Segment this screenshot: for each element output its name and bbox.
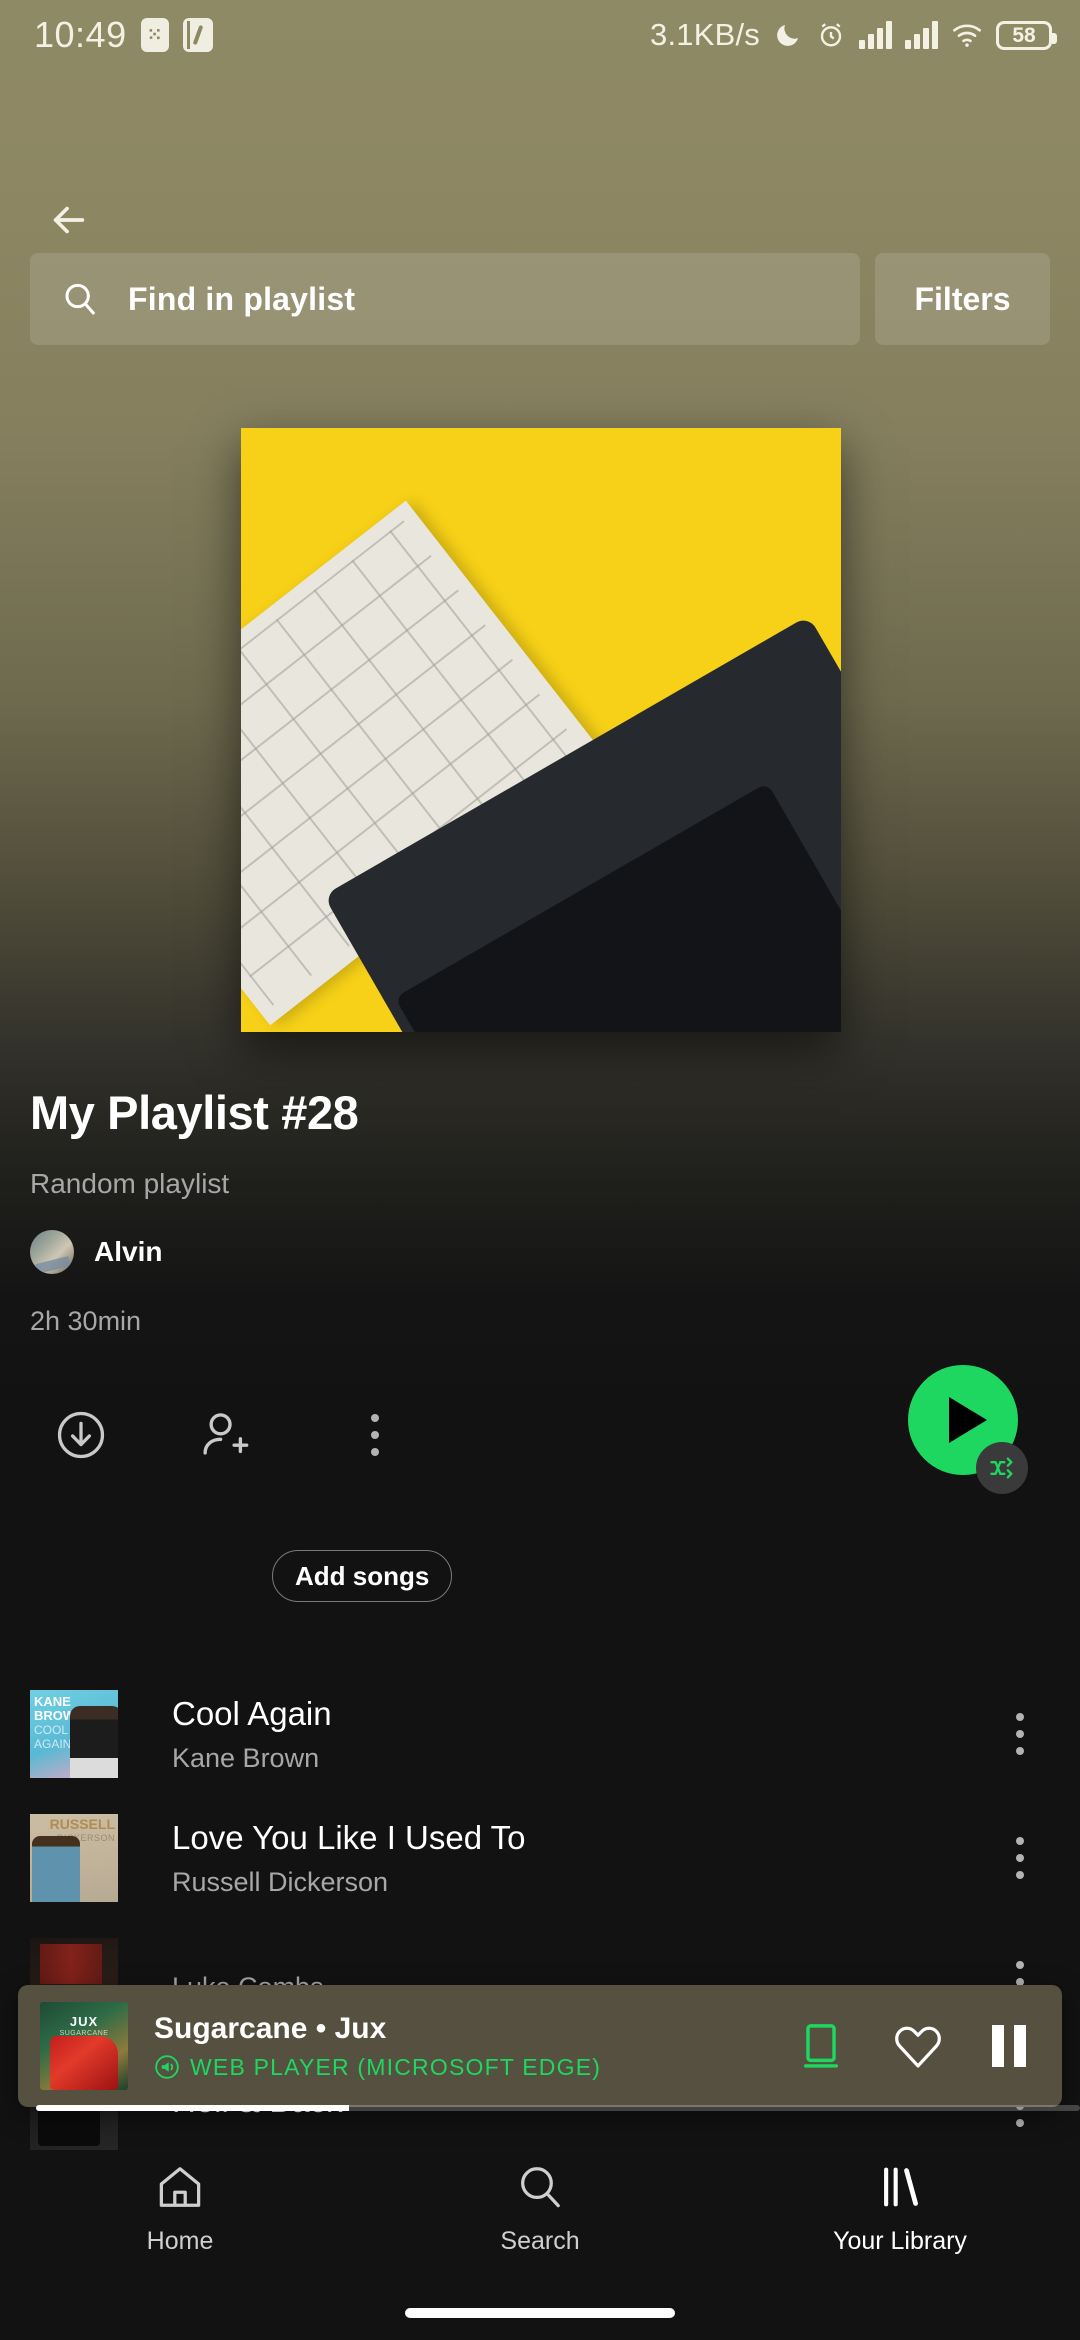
network-speed: 3.1KB/s	[650, 17, 760, 53]
filters-label: Filters	[914, 281, 1010, 318]
nav-label-search: Search	[500, 2227, 579, 2256]
spotify-playlist-screen: 10:49 ⁙ 3.1KB/s 58	[0, 0, 1080, 2340]
bottom-navigation: Home Search Your Library	[0, 2138, 1080, 2278]
connect-device-button[interactable]	[798, 2021, 844, 2071]
add-person-icon	[194, 1406, 252, 1464]
pause-button[interactable]	[992, 2025, 1026, 2067]
pause-icon	[992, 2025, 1004, 2067]
album-art-figure	[32, 1836, 80, 1902]
avatar	[30, 1230, 74, 1274]
album-art-title: JUX	[70, 2014, 98, 2029]
album-art-figure	[70, 1706, 118, 1778]
album-art-line1: RUSSELL	[50, 1817, 115, 1831]
signal-icon	[859, 21, 892, 49]
shuffle-button[interactable]	[976, 1442, 1028, 1494]
progress-fill	[36, 2105, 349, 2111]
moon-icon	[773, 20, 803, 50]
now-playing-controls	[798, 2021, 1040, 2071]
track-artist: Kane Brown	[172, 1743, 990, 1774]
album-art: KANE BROWN COOL AGAIN	[30, 1690, 118, 1778]
heart-icon	[892, 2022, 944, 2070]
search-placeholder: Find in playlist	[128, 281, 355, 318]
now-playing-bar[interactable]: JUX SUGARCANE Sugarcane • Jux WEB PLAYER…	[18, 1985, 1062, 2107]
status-time: 10:49	[34, 14, 127, 56]
add-people-button[interactable]	[178, 1390, 268, 1480]
filters-button[interactable]: Filters	[875, 253, 1050, 345]
playlist-more-button[interactable]	[330, 1390, 420, 1480]
back-button[interactable]	[34, 185, 104, 255]
now-playing-album-art: JUX SUGARCANE	[40, 2002, 128, 2090]
status-bar-right: 3.1KB/s 58	[650, 17, 1080, 53]
playlist-actions	[30, 1390, 1050, 1520]
album-art-line4: AGAIN	[34, 1738, 71, 1751]
playlist-duration: 2h 30min	[30, 1306, 1030, 1337]
library-icon	[874, 2161, 926, 2213]
nav-label-your-library: Your Library	[833, 2227, 967, 2256]
status-bar-left: 10:49 ⁙	[0, 14, 213, 56]
playlist-description: Random playlist	[30, 1168, 1030, 1200]
wifi-icon	[951, 21, 983, 49]
nav-item-your-library[interactable]: Your Library	[720, 2138, 1080, 2278]
track-info: Love You Like I Used To Russell Dickerso…	[172, 1819, 990, 1898]
track-info: Cool Again Kane Brown	[172, 1695, 990, 1774]
home-icon	[154, 2161, 206, 2213]
battery-icon: 58	[996, 21, 1052, 50]
track-title: Cool Again	[172, 1695, 990, 1733]
now-playing-device[interactable]: WEB PLAYER (MICROSOFT EDGE)	[154, 2054, 798, 2081]
more-options-icon	[1016, 1713, 1024, 1755]
nav-label-home: Home	[147, 2227, 214, 2256]
back-arrow-icon	[46, 197, 92, 243]
nav-item-home[interactable]: Home	[0, 2138, 360, 2278]
signal-icon	[905, 21, 938, 49]
more-options-icon	[371, 1414, 379, 1456]
track-artist: Russell Dickerson	[172, 1867, 990, 1898]
home-indicator	[405, 2308, 675, 2318]
playlist-search-row: Find in playlist Filters	[30, 253, 1050, 345]
album-art-subtitle: SUGARCANE	[60, 2030, 109, 2037]
more-options-icon	[1016, 1837, 1024, 1879]
page-title: My Playlist #28	[30, 1085, 1030, 1140]
album-art-line1: KANE	[34, 1695, 71, 1709]
search-input[interactable]: Find in playlist	[30, 253, 860, 345]
album-art-line3: COOL	[34, 1724, 68, 1737]
album-art: RUSSELL DICKERSON	[30, 1814, 118, 1902]
table-row[interactable]: KANE BROWN COOL AGAIN Cool Again Kane Br…	[0, 1672, 1080, 1796]
alarm-icon	[816, 20, 846, 50]
nav-item-search[interactable]: Search	[360, 2138, 720, 2278]
track-title: Love You Like I Used To	[172, 1819, 990, 1857]
download-button[interactable]	[36, 1390, 126, 1480]
search-icon	[514, 2161, 566, 2213]
owner-name: Alvin	[94, 1236, 162, 1268]
progress-bar[interactable]	[36, 2105, 1080, 2111]
playlist-cover-image[interactable]	[241, 428, 841, 1032]
top-bar	[0, 185, 1080, 255]
now-playing-title: Sugarcane • Jux	[154, 2012, 798, 2046]
shuffle-icon	[988, 1454, 1016, 1482]
speaker-icon	[154, 2054, 180, 2080]
connect-device-icon	[798, 2021, 844, 2071]
album-art-figure	[40, 1944, 102, 1984]
playlist-meta: My Playlist #28 Random playlist Alvin 2h…	[30, 1085, 1030, 1337]
battery-level: 58	[1012, 25, 1035, 46]
track-more-button[interactable]	[990, 1713, 1050, 1755]
search-icon	[60, 279, 100, 319]
add-songs-button[interactable]: Add songs	[272, 1550, 452, 1602]
track-more-button[interactable]	[990, 1837, 1050, 1879]
table-row[interactable]: RUSSELL DICKERSON Love You Like I Used T…	[0, 1796, 1080, 1920]
dice-icon: ⁙	[141, 18, 169, 52]
status-bar: 10:49 ⁙ 3.1KB/s 58	[0, 0, 1080, 70]
device-label: WEB PLAYER (MICROSOFT EDGE)	[190, 2054, 601, 2081]
pause-icon	[1014, 2025, 1026, 2067]
album-art-figure	[50, 2036, 118, 2090]
like-button[interactable]	[892, 2022, 944, 2070]
playlist-owner[interactable]: Alvin	[30, 1230, 1030, 1274]
now-playing-text: Sugarcane • Jux WEB PLAYER (MICROSOFT ED…	[154, 2012, 798, 2081]
note-edit-icon	[183, 18, 213, 52]
play-icon	[949, 1397, 987, 1443]
download-circle-icon	[53, 1407, 109, 1463]
